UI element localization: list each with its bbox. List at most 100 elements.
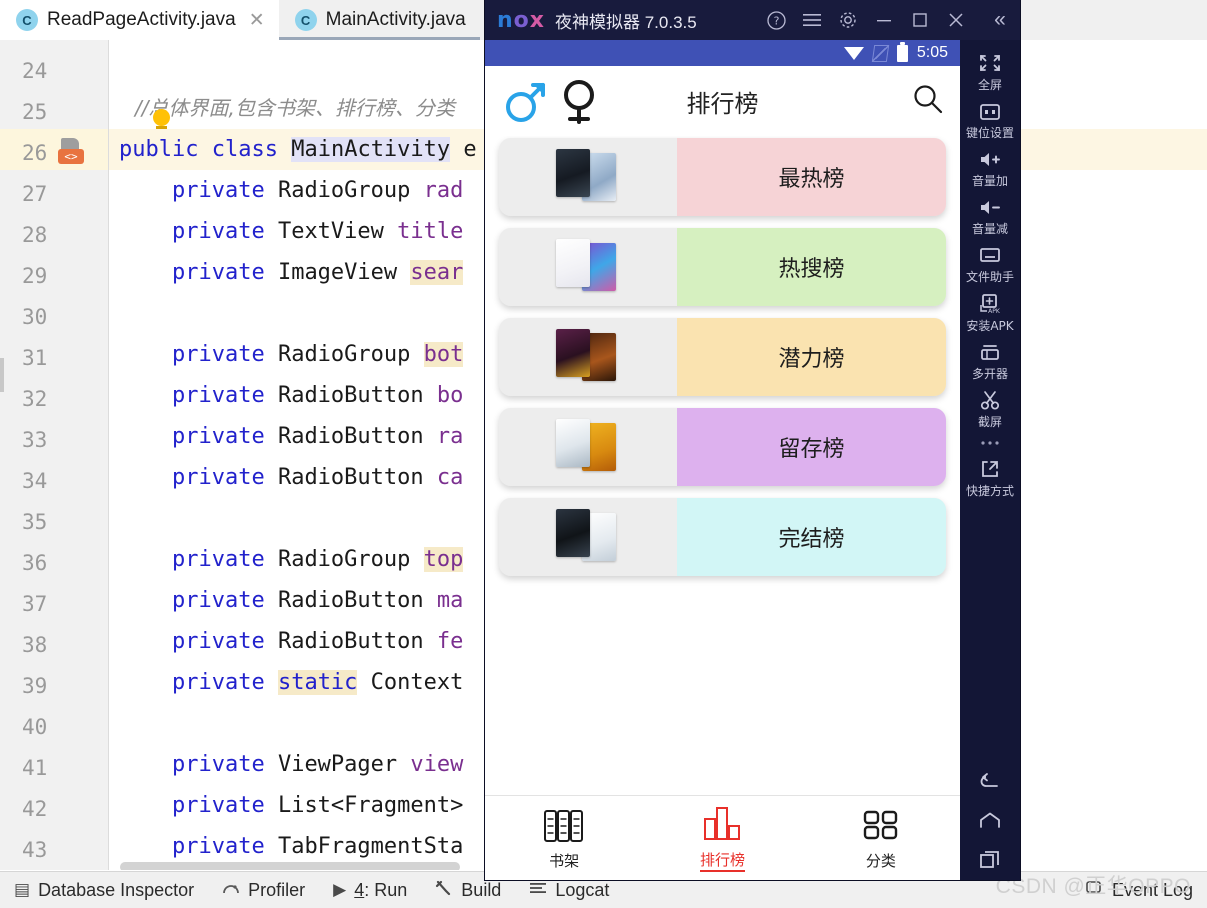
line-number: 42 bbox=[22, 797, 48, 821]
tool-install-apk[interactable]: APK 安装APK bbox=[960, 287, 1020, 336]
code-line: private List<Fragment> bbox=[171, 793, 464, 818]
collapse-panel-icon[interactable]: « bbox=[980, 8, 1020, 32]
android-home-button[interactable] bbox=[960, 802, 1020, 840]
tool-label: 键位设置 bbox=[965, 126, 1014, 140]
gear-icon[interactable] bbox=[830, 0, 866, 40]
editor-gutter[interactable]: 24 25 26 27 28 29 30 31 32 33 34 35 36 3… bbox=[0, 40, 109, 870]
status-item-database-inspector[interactable]: ▤ Database Inspector bbox=[0, 880, 208, 901]
status-item-event-log[interactable]: Event Log bbox=[1086, 880, 1207, 901]
tool-keymap[interactable]: 键位设置 bbox=[960, 95, 1020, 143]
android-screen[interactable]: 5:05 排行榜 最热榜 热搜榜 潜力榜 留存榜 完结榜 书架 排行榜 分类 bbox=[485, 40, 960, 880]
svg-text:APK: APK bbox=[988, 308, 1001, 315]
volume-down-icon bbox=[981, 201, 1000, 214]
search-icon[interactable] bbox=[912, 83, 944, 120]
nox-title-bar[interactable]: nox 夜神模拟器 7.0.3.5 ? « bbox=[485, 0, 1020, 40]
android-back-icon bbox=[980, 773, 998, 787]
code-line: private RadioGroup bot bbox=[171, 342, 464, 367]
menu-icon[interactable] bbox=[794, 0, 830, 40]
female-gender-icon[interactable] bbox=[557, 76, 601, 126]
logcat-icon bbox=[529, 880, 547, 900]
book-cover-thumbnails bbox=[499, 498, 677, 576]
svg-text:?: ? bbox=[773, 14, 779, 27]
tool-volume-down[interactable]: 音量减 bbox=[960, 191, 1020, 239]
rank-label: 完结榜 bbox=[677, 498, 946, 576]
shortcut-icon bbox=[982, 461, 998, 477]
line-number: 34 bbox=[22, 469, 48, 493]
gender-toggle[interactable] bbox=[501, 76, 601, 126]
tool-fullscreen[interactable]: 全屏 bbox=[960, 46, 1020, 95]
close-icon[interactable] bbox=[938, 0, 974, 40]
list-item[interactable]: 留存榜 bbox=[499, 408, 946, 486]
code-line: public class MainActivity e bbox=[119, 137, 477, 162]
tool-shortcut[interactable]: 快捷方式 bbox=[960, 452, 1020, 501]
code-line: private RadioButton ra bbox=[171, 424, 464, 449]
tool-volume-up[interactable]: 音量加 bbox=[960, 143, 1020, 191]
bean-class-marker-icon[interactable]: <> bbox=[58, 138, 84, 164]
nox-title-text: 夜神模拟器 7.0.3.5 bbox=[555, 12, 697, 32]
male-gender-icon[interactable] bbox=[501, 76, 551, 126]
multi-instance-icon bbox=[981, 345, 999, 360]
tab-bookshelf[interactable]: 书架 bbox=[485, 806, 643, 871]
code-line: private TabFragmentSta bbox=[171, 834, 464, 859]
horizontal-scrollbar[interactable] bbox=[120, 862, 460, 870]
line-number: 33 bbox=[22, 428, 48, 452]
tool-more[interactable] bbox=[960, 432, 1020, 452]
status-item-run[interactable]: ▶ 4: Run bbox=[319, 880, 421, 901]
help-icon[interactable]: ? bbox=[758, 0, 794, 40]
tab-label: 分类 bbox=[865, 851, 896, 870]
tab-category[interactable]: 分类 bbox=[802, 806, 960, 871]
tool-label: 音量减 bbox=[971, 222, 1008, 236]
rank-label: 最热榜 bbox=[677, 138, 946, 216]
rank-label: 潜力榜 bbox=[677, 318, 946, 396]
tab-label: 排行榜 bbox=[699, 849, 745, 872]
bookshelf-icon bbox=[544, 809, 584, 842]
tool-file-assistant[interactable]: 文件助手 bbox=[960, 239, 1020, 287]
tool-screenshot[interactable]: 截屏 bbox=[960, 384, 1020, 432]
maximize-icon[interactable] bbox=[902, 0, 938, 40]
event-log-icon bbox=[1086, 880, 1104, 901]
android-home-icon bbox=[980, 812, 1000, 828]
status-item-profiler[interactable]: Profiler bbox=[208, 880, 319, 901]
book-cover-thumbnails bbox=[499, 138, 677, 216]
status-label: Database Inspector bbox=[38, 879, 195, 900]
more-dots-icon bbox=[981, 441, 999, 445]
android-status-bar: 5:05 bbox=[485, 40, 960, 66]
list-item[interactable]: 热搜榜 bbox=[499, 228, 946, 306]
tab-ranking[interactable]: 排行榜 bbox=[643, 805, 801, 872]
nox-window-buttons: ? bbox=[758, 0, 980, 40]
book-cover-image bbox=[556, 239, 590, 287]
code-line: private RadioButton bo bbox=[171, 383, 464, 408]
minimize-icon[interactable] bbox=[866, 0, 902, 40]
category-grid-icon bbox=[863, 810, 898, 839]
build-hammer-icon bbox=[435, 880, 453, 901]
tool-label: 安装APK bbox=[966, 319, 1014, 333]
ranking-bars-icon bbox=[704, 806, 741, 840]
fullscreen-icon bbox=[980, 55, 1000, 71]
book-cover-image bbox=[556, 149, 590, 197]
status-label: 4: Run bbox=[354, 879, 408, 900]
android-recents-button[interactable] bbox=[960, 840, 1020, 880]
list-item[interactable]: 完结榜 bbox=[499, 498, 946, 576]
status-item-build[interactable]: Build bbox=[421, 880, 515, 901]
line-number: 25 bbox=[22, 100, 48, 124]
line-number: 27 bbox=[22, 182, 48, 206]
code-line: private static Context bbox=[171, 670, 464, 695]
line-number: 36 bbox=[22, 551, 48, 575]
line-number: 40 bbox=[22, 715, 48, 739]
bottom-navigation: 书架 排行榜 分类 bbox=[485, 795, 960, 880]
status-label: Logcat bbox=[555, 879, 610, 900]
volume-up-icon bbox=[981, 153, 1000, 166]
status-item-logcat[interactable]: Logcat bbox=[515, 880, 623, 901]
profiler-icon bbox=[222, 880, 240, 900]
intention-bulb-icon[interactable] bbox=[153, 109, 170, 129]
android-back-button[interactable] bbox=[960, 762, 1020, 802]
close-icon[interactable]: ✕ bbox=[249, 9, 265, 32]
editor-tab-mainactivity[interactable]: C MainActivity.java bbox=[278, 0, 480, 40]
nox-tool-sidebar: 全屏 键位设置 音量加 音量减 文件助手 APK 安装APK 多开器 截屏 快捷… bbox=[960, 40, 1020, 880]
java-class-icon: C bbox=[294, 9, 317, 31]
keymap-icon bbox=[980, 104, 1000, 120]
list-item[interactable]: 最热榜 bbox=[499, 138, 946, 216]
list-item[interactable]: 潜力榜 bbox=[499, 318, 946, 396]
tool-multi-instance[interactable]: 多开器 bbox=[960, 336, 1020, 384]
editor-tab-readpageactivity[interactable]: C ReadPageActivity.java ✕ bbox=[0, 0, 279, 40]
